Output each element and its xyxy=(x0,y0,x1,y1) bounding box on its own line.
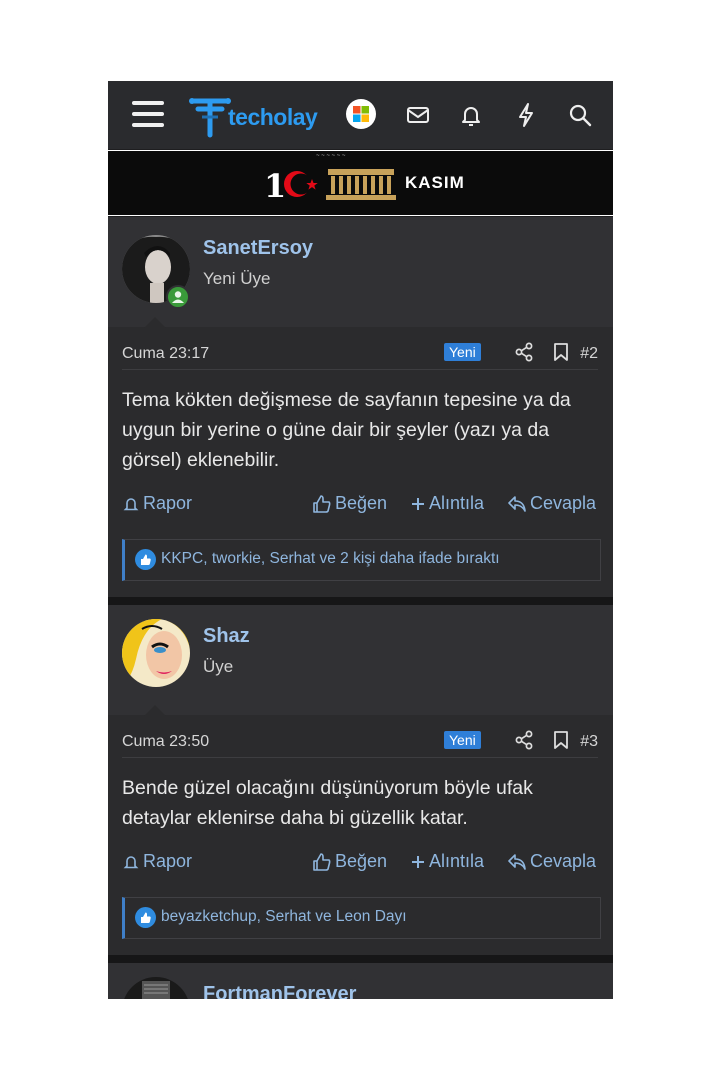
banner-script-decoration: ~ ~ ~ ~ ~ ~ xyxy=(316,153,346,159)
mail-icon[interactable] xyxy=(404,101,432,129)
post-separator xyxy=(108,597,613,605)
reactions-text[interactable]: KKPC, tworkie, Serhat ve 2 kişi daha ifa… xyxy=(161,550,500,568)
reactions-bar[interactable]: beyazketchup, Serhat ve Leon Dayı xyxy=(122,897,601,939)
plus-icon xyxy=(412,497,424,510)
menu-icon[interactable] xyxy=(132,101,164,127)
pop-art-avatar-image xyxy=(122,619,190,687)
bookmark-icon[interactable] xyxy=(552,342,570,362)
post-date[interactable]: Cuma 23:50 xyxy=(122,733,209,751)
search-icon[interactable] xyxy=(566,101,594,129)
bell-icon xyxy=(123,855,139,868)
user-title: Yeni Üye xyxy=(203,269,271,288)
username[interactable]: FortmanForever xyxy=(203,983,356,999)
reactions-bar[interactable]: KKPC, tworkie, Serhat ve 2 kişi daha ifa… xyxy=(122,539,601,581)
forum-post: Shaz Üye Cuma 23:50 Yeni #3 Bende güzel … xyxy=(108,605,613,955)
reply-icon xyxy=(508,853,526,870)
post-body: Tema kökten değişmese de sayfanın tepesi… xyxy=(122,389,571,471)
reply-label: Cevapla xyxy=(530,493,597,513)
forum-app-frame: techolay ~ ~ ~ ~ ~ ~ 10 xyxy=(108,81,613,999)
quote-button[interactable]: Alıntıla xyxy=(410,493,484,514)
plus-icon xyxy=(412,855,424,868)
svg-text:1: 1 xyxy=(264,167,286,203)
avatar-image xyxy=(122,977,190,999)
post-separator xyxy=(108,955,613,963)
thumbs-up-icon xyxy=(313,494,331,513)
report-button[interactable]: Rapor xyxy=(122,493,192,514)
bell-icon[interactable] xyxy=(457,101,485,129)
like-reaction-icon xyxy=(135,549,156,570)
logo-text: techolay xyxy=(228,104,318,130)
post-user-block: FortmanForever xyxy=(108,963,613,999)
bell-icon xyxy=(123,497,139,510)
top-nav-bar: techolay xyxy=(108,81,613,149)
like-label: Beğen xyxy=(335,851,388,871)
windows-logo-icon xyxy=(353,106,369,122)
online-status-icon xyxy=(166,285,190,309)
report-button[interactable]: Rapor xyxy=(122,851,192,872)
post-meta: Cuma 23:50 Yeni #3 xyxy=(122,729,598,758)
event-banner[interactable]: ~ ~ ~ ~ ~ ~ 10 1 KASIM xyxy=(108,150,613,216)
post-meta: Cuma 23:17 Yeni #2 xyxy=(122,341,598,370)
like-label: Beğen xyxy=(335,493,388,513)
post-actions: Rapor Beğen Alıntıla Cevapla xyxy=(122,851,598,877)
new-badge: Yeni xyxy=(444,731,481,749)
forum-post: SanetErsoy Yeni Üye Cuma 23:17 Yeni #2 T… xyxy=(108,217,613,597)
user-avatar[interactable] xyxy=(346,99,376,129)
thumbs-up-icon xyxy=(313,852,331,871)
post-number[interactable]: #2 xyxy=(580,345,598,363)
share-icon[interactable] xyxy=(514,342,534,362)
username[interactable]: SanetErsoy xyxy=(203,237,313,260)
user-title: Üye xyxy=(203,657,234,676)
bolt-icon[interactable] xyxy=(512,101,540,129)
forum-post: FortmanForever xyxy=(108,963,613,999)
quote-label: Alıntıla xyxy=(429,493,485,513)
post-body: Bende güzel olacağını düşünüyorum böyle … xyxy=(122,777,533,829)
quote-label: Alıntıla xyxy=(429,851,485,871)
post-number[interactable]: #3 xyxy=(580,733,598,751)
avatar[interactable] xyxy=(122,977,190,999)
share-icon[interactable] xyxy=(514,730,534,750)
banner-month: KASIM xyxy=(405,173,465,192)
flag-crescent-icon: 1 xyxy=(264,167,318,203)
new-badge: Yeni xyxy=(444,343,481,361)
avatar[interactable] xyxy=(122,619,190,687)
like-reaction-icon xyxy=(135,907,156,928)
site-logo[interactable]: techolay xyxy=(188,91,338,139)
reply-button[interactable]: Cevapla xyxy=(507,851,596,872)
quote-button[interactable]: Alıntıla xyxy=(410,851,484,872)
like-button[interactable]: Beğen xyxy=(312,493,387,514)
anitkabir-icon xyxy=(326,169,396,200)
like-button[interactable]: Beğen xyxy=(312,851,387,872)
bookmark-icon[interactable] xyxy=(552,730,570,750)
post-date[interactable]: Cuma 23:17 xyxy=(122,345,209,363)
reply-icon xyxy=(508,495,526,512)
reactions-text[interactable]: beyazketchup, Serhat ve Leon Dayı xyxy=(161,908,407,926)
post-actions: Rapor Beğen Alıntıla Cevapla xyxy=(122,493,598,519)
username[interactable]: Shaz xyxy=(203,625,250,648)
reply-button[interactable]: Cevapla xyxy=(507,493,596,514)
pointer-caret xyxy=(144,317,166,328)
report-label: Rapor xyxy=(143,493,193,513)
reply-label: Cevapla xyxy=(530,851,597,871)
post-user-block: Shaz Üye xyxy=(108,605,613,716)
pointer-caret xyxy=(144,705,166,716)
post-user-block: SanetErsoy Yeni Üye xyxy=(108,217,613,328)
report-label: Rapor xyxy=(143,851,193,871)
